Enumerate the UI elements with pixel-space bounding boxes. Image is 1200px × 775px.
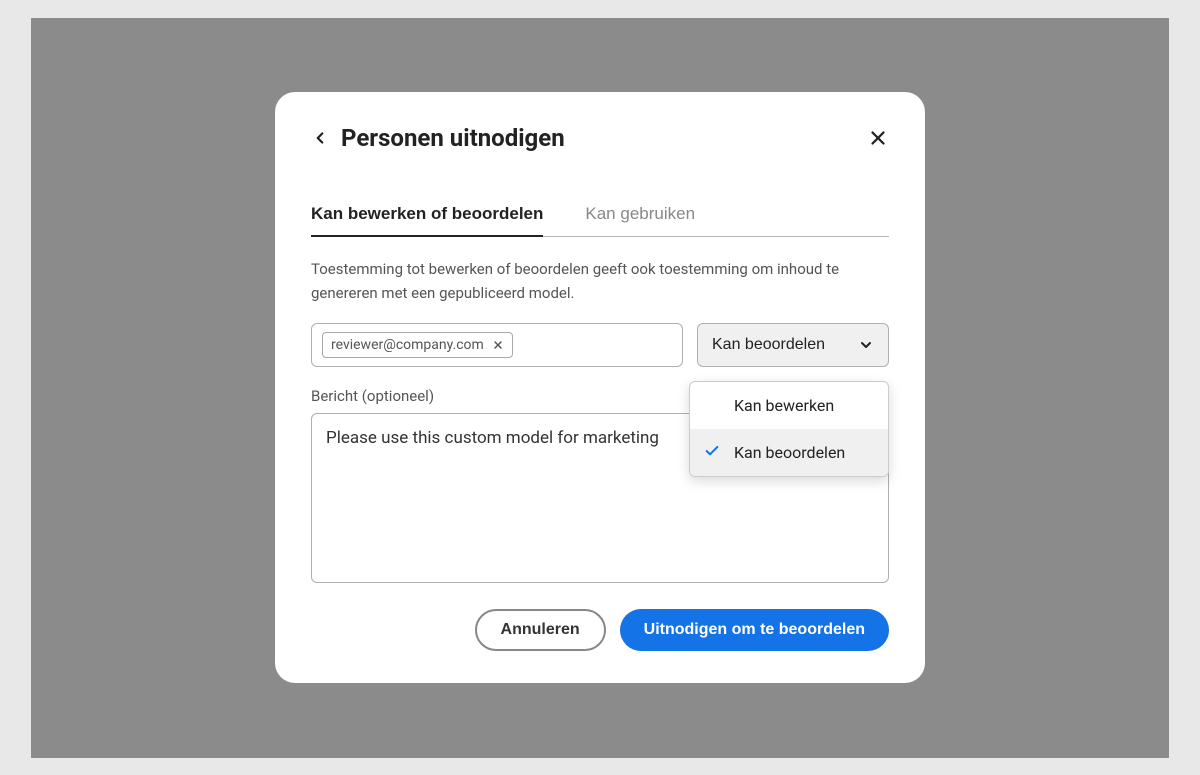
email-chip-text: reviewer@company.com — [331, 337, 484, 353]
chevron-left-icon — [311, 129, 329, 147]
dropdown-option-edit[interactable]: Kan bewerken — [690, 382, 888, 429]
dialog-header: Personen uitnodigen — [311, 124, 889, 152]
dropdown-option-review[interactable]: Kan beoordelen — [690, 429, 888, 476]
tab-use[interactable]: Kan gebruiken — [565, 204, 717, 236]
header-left: Personen uitnodigen — [311, 124, 565, 152]
close-icon — [492, 339, 504, 351]
chevron-down-icon — [858, 337, 874, 353]
role-dropdown-menu: Kan bewerken Kan beoordelen — [689, 381, 889, 477]
input-row: reviewer@company.com Kan beoordelen Kan … — [311, 323, 889, 367]
modal-backdrop: Personen uitnodigen Kan bewerken of beoo… — [31, 18, 1169, 758]
close-button[interactable] — [867, 127, 889, 149]
tab-edit-review[interactable]: Kan bewerken of beoordelen — [311, 204, 565, 236]
remove-chip-button[interactable] — [492, 339, 504, 351]
role-select-value: Kan beoordelen — [712, 336, 825, 354]
back-button[interactable] — [311, 129, 329, 147]
email-input[interactable]: reviewer@company.com — [311, 323, 683, 367]
dialog-title: Personen uitnodigen — [341, 124, 565, 152]
close-icon — [867, 127, 889, 149]
invite-people-dialog: Personen uitnodigen Kan bewerken of beoo… — [275, 92, 925, 683]
cancel-button[interactable]: Annuleren — [475, 609, 606, 651]
dialog-footer: Annuleren Uitnodigen om te beoordelen — [311, 609, 889, 651]
email-chip: reviewer@company.com — [322, 332, 513, 358]
role-select[interactable]: Kan beoordelen — [697, 323, 889, 367]
check-icon — [704, 443, 720, 463]
tab-description: Toestemming tot bewerken of beoordelen g… — [311, 257, 889, 305]
tabs: Kan bewerken of beoordelen Kan gebruiken — [311, 204, 889, 237]
invite-button[interactable]: Uitnodigen om te beoordelen — [620, 609, 889, 651]
dropdown-option-review-label: Kan beoordelen — [734, 443, 845, 462]
